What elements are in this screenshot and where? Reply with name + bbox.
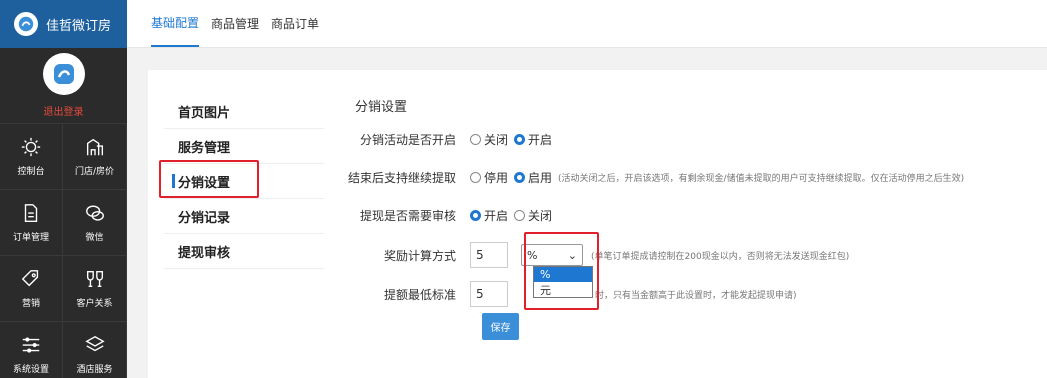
document-icon [24,204,38,222]
row-label: 提额最低标准 [383,287,456,302]
row-reward-method: 奖励计算方式 5 % ⌄ (单笔订单提成请控制在200现金以内，否则将无法发送现… [300,242,849,268]
min-withdraw-input[interactable]: 5 [470,281,508,307]
row-withdraw-review: 提现是否需要审核 开启 关闭 [300,207,558,224]
radio-enable[interactable]: 启用 [514,169,552,186]
sidebar-item-label: 门店/房价 [74,167,115,177]
sidebar-item-wechat[interactable]: 微信 [63,190,127,256]
glasses-icon [86,270,103,288]
hint-text: (单笔订单提成请控制在200现金以内，否则将无法发送现金红包) [591,251,850,262]
hint-text: 时，只有当金额高于此设置时，才能发起提现申请) [595,290,797,301]
hint-text: (活动关闭之后，开启该选项，有剩余现金/储值未提取的用户可支持继续提取。仅在活动… [558,174,965,184]
sidebar-item-label: 微信 [85,233,104,243]
radio-review-off[interactable]: 关闭 [514,207,552,224]
brand-header[interactable]: 佳哲微订房 [0,0,127,48]
row-activity-enabled: 分销活动是否开启 关闭 开启 [300,131,558,148]
tab-product-orders[interactable]: 商品订单 [271,1,319,46]
sidebar-item-hotel-service[interactable]: 酒店服务 [63,322,127,378]
avatar[interactable] [42,53,85,95]
radio-disable[interactable]: 停用 [470,169,508,186]
row-min-withdraw: 提额最低标准 5 时，只有当金额高于此设置时，才能发起提现申请) [300,281,797,307]
top-tabs: 基础配置 商品管理 商品订单 [127,0,1047,48]
row-label: 结束后支持继续提取 [347,171,456,185]
save-button[interactable]: 保存 [482,313,519,340]
reward-value-input[interactable]: 5 [470,242,508,268]
sidebar-item-store[interactable]: 门店/房价 [63,124,127,190]
sidebar-item-marketing[interactable]: 营销 [0,256,63,322]
brand-name: 佳哲微订房 [46,18,112,34]
radio-review-on[interactable]: 开启 [470,207,508,224]
sidebar-item-console[interactable]: 控制台 [0,124,63,190]
row-label: 提现是否需要审核 [359,209,456,223]
building-icon [86,138,103,156]
sidebar-item-orders[interactable]: 订单管理 [0,190,63,256]
tab-basic-config[interactable]: 基础配置 [151,0,200,47]
dropdown-option-percent[interactable]: % [534,267,592,282]
sidebar-item-settings[interactable]: 系统设置 [0,322,63,378]
row-continue-withdraw: 结束后支持继续提取 停用 启用 (活动关闭之后，开启该选项，有剩余现金/储值未提… [300,169,964,186]
radio-off[interactable]: 关闭 [470,131,508,148]
user-area: 退出登录 [0,48,127,124]
wechat-icon [85,205,104,221]
sidebar-item-label: 客户关系 [76,299,113,309]
tab-product-management[interactable]: 商品管理 [211,1,259,46]
chevron-down-icon: ⌄ [567,248,577,262]
sun-icon [21,137,41,157]
subnav-item-homepage-images[interactable]: 首页图片 [164,94,324,129]
content-panel: 首页图片 服务管理 分销设置 分销记录 提现审核 [148,70,1047,378]
reward-unit-select[interactable]: % ⌄ [521,244,583,266]
sliders-icon [22,337,40,353]
row-label: 奖励计算方式 [383,248,456,263]
layers-icon [84,335,105,352]
sidebar-item-label: 控制台 [17,167,45,177]
row-label: 分销活动是否开启 [359,133,456,147]
sidebar-nav: 控制台 门店/房价 订单管理 微信 营销 客户关系 系统设置 酒店服务 [0,124,127,378]
brand-logo-icon [14,12,38,36]
sidebar: 佳哲微订房 退出登录 控制台 门店/房价 订单管理 微信 营销 客户关系 系统设… [0,0,127,378]
sidebar-item-label: 酒店服务 [76,365,113,375]
sidebar-item-label: 营销 [21,299,40,309]
sidebar-item-label: 订单管理 [12,233,49,243]
sidebar-item-label: 系统设置 [12,365,49,375]
radio-on[interactable]: 开启 [514,131,552,148]
tag-icon [21,270,39,287]
sidebar-item-crm[interactable]: 客户关系 [63,256,127,322]
form-title: 分销设置 [355,100,408,115]
logout-link[interactable]: 退出登录 [44,103,84,118]
